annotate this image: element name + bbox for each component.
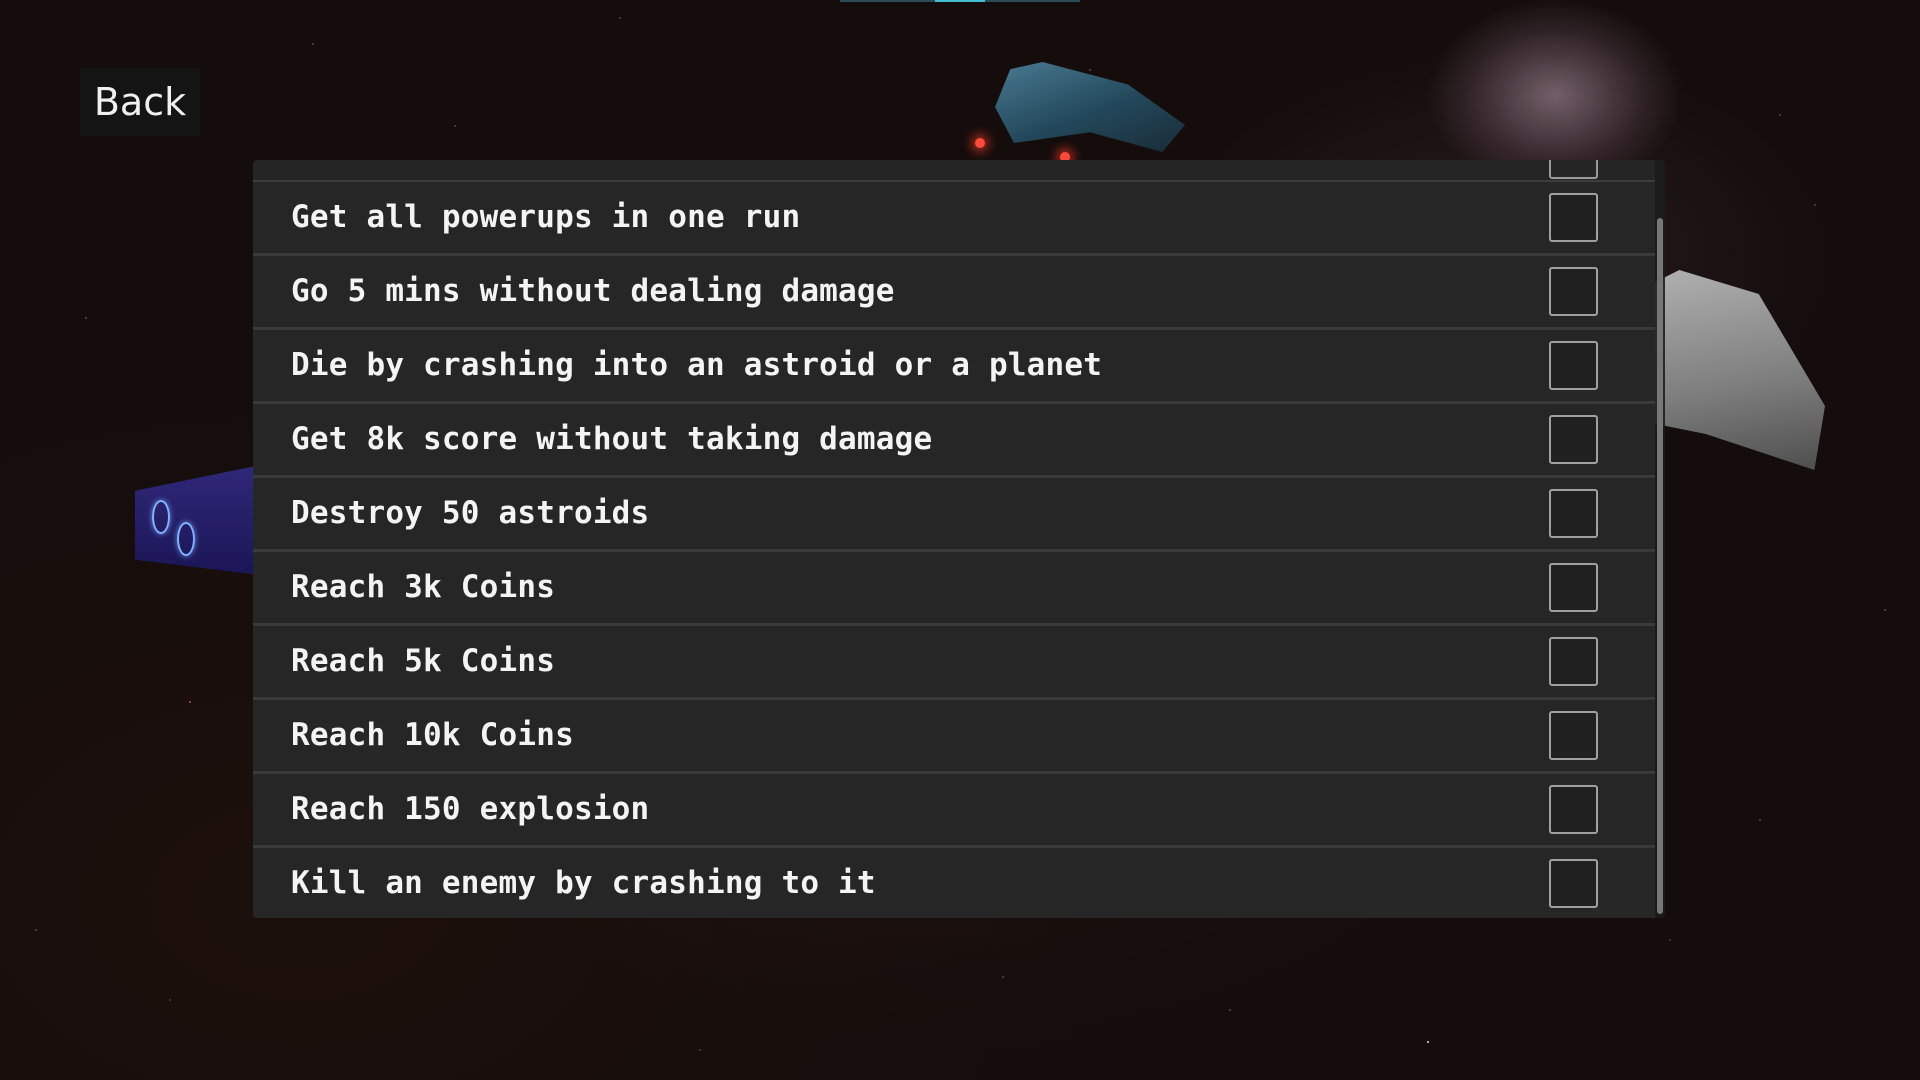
achievement-label: Reach 10k Coins [291, 717, 574, 753]
achievement-checkbox[interactable] [1549, 859, 1598, 908]
ship-engine-light [975, 138, 985, 148]
achievement-label: Go 5 mins without dealing damage [291, 273, 895, 309]
achievement-checkbox[interactable] [1549, 341, 1598, 390]
achievement-checkbox[interactable] [1549, 267, 1598, 316]
achievement-label: Reach 150 explosion [291, 791, 650, 827]
achievement-label: Destroy 50 astroids [291, 495, 650, 531]
achievement-row: Destroy 50 astroids [253, 478, 1655, 552]
achievement-row: Reach 3k Coins [253, 552, 1655, 626]
achievement-checkbox[interactable] [1549, 160, 1598, 179]
scrollbar[interactable] [1655, 160, 1665, 918]
achievement-row: Go 5 mins without dealing damage [253, 256, 1655, 330]
achievement-row: Reach 10k Coins [253, 700, 1655, 774]
achievement-checkbox[interactable] [1549, 785, 1598, 834]
achievement-checkbox[interactable] [1549, 489, 1598, 538]
back-button[interactable]: Back [80, 68, 200, 136]
top-indicator [840, 0, 1080, 2]
achievement-label: Reach 5k Coins [291, 643, 556, 679]
achievement-label: Kill an enemy by crashing to it [291, 865, 876, 901]
achievement-checkbox[interactable] [1549, 637, 1598, 686]
achievement-rows: Get all powerups in one run Go 5 mins wit… [253, 182, 1655, 918]
scroll-thumb[interactable] [1657, 218, 1663, 914]
achievement-row: Get 8k score without taking damage [253, 404, 1655, 478]
ship-engine-ring [177, 522, 195, 556]
achievement-label: Get all powerups in one run [291, 199, 801, 235]
achievement-row: Reach 5k Coins [253, 626, 1655, 700]
achievement-checkbox[interactable] [1549, 711, 1598, 760]
achievement-label: Die by crashing into an astroid or a pla… [291, 347, 1103, 383]
achievement-label: Reach 3k Coins [291, 569, 556, 605]
achievement-checkbox[interactable] [1549, 415, 1598, 464]
achievement-checkbox[interactable] [1549, 193, 1598, 242]
list-item-partial [253, 160, 1655, 183]
achievement-row: Die by crashing into an astroid or a pla… [253, 330, 1655, 404]
achievement-row: Reach 150 explosion [253, 774, 1655, 848]
achievements-panel: Get all powerups in one run Go 5 mins wit… [253, 160, 1665, 918]
ship-engine-ring [152, 500, 170, 534]
achievement-row: Get all powerups in one run [253, 182, 1655, 256]
achievement-checkbox[interactable] [1549, 563, 1598, 612]
achievement-row: Kill an enemy by crashing to it [253, 848, 1655, 918]
achievements-list[interactable]: Get all powerups in one run Go 5 mins wit… [253, 160, 1655, 918]
achievement-label: Get 8k score without taking damage [291, 421, 933, 457]
